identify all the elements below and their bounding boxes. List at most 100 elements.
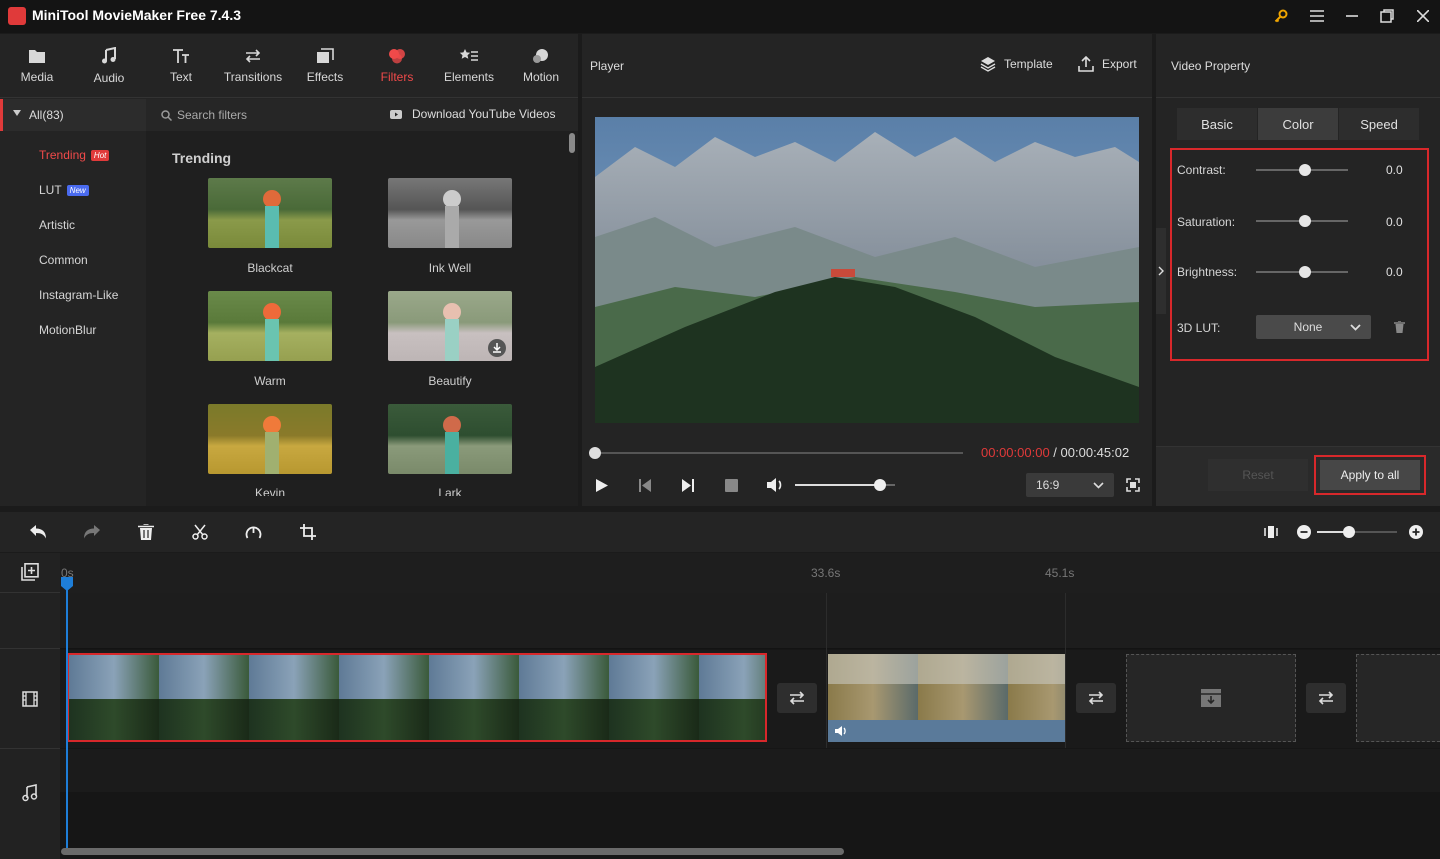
- section-title: Trending: [172, 150, 232, 166]
- seek-handle[interactable]: [589, 447, 601, 459]
- reset-button[interactable]: Reset: [1208, 459, 1308, 491]
- app-logo-icon: [8, 7, 26, 25]
- timeline-scrollbar[interactable]: [61, 848, 844, 855]
- filter-label-lark: Lark: [438, 486, 462, 496]
- toolbar-audio-label: Audio: [93, 71, 125, 85]
- saturation-handle[interactable]: [1299, 215, 1311, 227]
- delete-icon[interactable]: [138, 524, 154, 540]
- brightness-value: 0.0: [1386, 265, 1403, 279]
- category-lut[interactable]: LUT New: [39, 183, 89, 197]
- category-common[interactable]: Common: [39, 253, 88, 267]
- zoom-slider[interactable]: [1317, 526, 1397, 538]
- scissors-icon[interactable]: [192, 524, 208, 540]
- download-icon[interactable]: [488, 339, 506, 357]
- tab-color[interactable]: Color: [1258, 108, 1338, 140]
- add-track-icon[interactable]: [21, 563, 39, 581]
- filter-scrollbar[interactable]: [569, 133, 575, 153]
- contrast-value: 0.0: [1386, 163, 1403, 177]
- timeline-ruler: [0, 553, 1440, 593]
- zoom-in-icon[interactable]: [1409, 525, 1423, 539]
- volume-slider[interactable]: [795, 479, 895, 491]
- menu-icon[interactable]: [1304, 4, 1330, 28]
- trash-icon[interactable]: [1394, 321, 1405, 333]
- category-trending[interactable]: Trending Hot: [39, 148, 110, 162]
- video-clip-mountain[interactable]: [67, 653, 767, 742]
- tab-speed[interactable]: Speed: [1339, 108, 1419, 140]
- speed-icon[interactable]: [245, 524, 262, 540]
- apply-to-all-button[interactable]: Apply to all: [1320, 460, 1420, 490]
- current-time: 00:00:00:00: [981, 445, 1050, 460]
- stop-icon[interactable]: [725, 479, 738, 492]
- category-instagram-like[interactable]: Instagram-Like: [39, 288, 118, 302]
- export-button[interactable]: Export: [1078, 56, 1137, 72]
- category-all[interactable]: All(83): [0, 99, 146, 131]
- filter-thumb-beautify[interactable]: [388, 291, 512, 361]
- filter-thumb-lark[interactable]: [388, 404, 512, 474]
- collapse-handle[interactable]: [1156, 228, 1166, 314]
- brightness-handle[interactable]: [1299, 266, 1311, 278]
- contrast-handle[interactable]: [1299, 164, 1311, 176]
- fullscreen-icon[interactable]: [1126, 478, 1140, 492]
- elements-icon: [459, 49, 478, 61]
- transition-swap-icon: [789, 691, 805, 705]
- undo-icon[interactable]: [29, 524, 47, 540]
- toolbar-elements[interactable]: Elements: [434, 34, 504, 98]
- zoom-handle[interactable]: [1343, 526, 1355, 538]
- playhead-handle[interactable]: [60, 576, 74, 592]
- transition-slot-1[interactable]: [777, 683, 817, 713]
- transition-swap-icon: [1088, 691, 1104, 705]
- property-header: Video Property: [1156, 34, 1440, 98]
- toolbar-effects[interactable]: Effects: [290, 34, 360, 98]
- speaker-icon[interactable]: [834, 725, 848, 737]
- fit-timeline-icon[interactable]: [1264, 525, 1278, 539]
- transition-slot-2[interactable]: [1076, 683, 1116, 713]
- filter-label-blackcat: Blackcat: [247, 261, 293, 275]
- key-icon[interactable]: [1268, 4, 1294, 28]
- minimize-icon[interactable]: [1339, 4, 1365, 28]
- filter-thumb-warm[interactable]: [208, 291, 332, 361]
- category-lut-label: LUT: [39, 183, 62, 197]
- filter-thumb-ink-well[interactable]: [388, 178, 512, 248]
- next-frame-icon[interactable]: [681, 478, 695, 493]
- filter-thumb-blackcat[interactable]: [208, 178, 332, 248]
- effects-icon: [317, 48, 334, 63]
- zoom-out-icon[interactable]: [1297, 525, 1311, 539]
- redo-icon[interactable]: [83, 524, 101, 540]
- toolbar-filters-label: Filters: [380, 70, 414, 84]
- playhead-line: [66, 578, 68, 848]
- previous-frame-icon[interactable]: [638, 478, 652, 493]
- toolbar-text[interactable]: Text: [146, 34, 216, 98]
- close-icon[interactable]: [1410, 4, 1436, 28]
- toolbar-motion[interactable]: Motion: [506, 34, 576, 98]
- lut-select[interactable]: None: [1256, 315, 1371, 339]
- toolbar-transitions[interactable]: Transitions: [218, 34, 288, 98]
- player-title: Player: [590, 59, 625, 73]
- video-clip-lake[interactable]: [828, 654, 1065, 742]
- saturation-value: 0.0: [1386, 215, 1403, 229]
- category-artistic[interactable]: Artistic: [39, 218, 75, 232]
- aspect-ratio-select[interactable]: 16:9: [1026, 473, 1114, 497]
- contrast-label: Contrast:: [1177, 163, 1226, 177]
- search-input[interactable]: Search filters: [177, 108, 247, 122]
- volume-handle[interactable]: [874, 479, 886, 491]
- toolbar-filters[interactable]: Filters: [362, 34, 432, 98]
- empty-clip-slot[interactable]: [1126, 654, 1296, 742]
- chevron-down-icon: [1350, 323, 1361, 331]
- tab-basic[interactable]: Basic: [1177, 108, 1257, 140]
- template-button[interactable]: Template: [980, 56, 1053, 72]
- toolbar-media[interactable]: Media: [2, 34, 72, 98]
- crop-icon[interactable]: [300, 524, 316, 540]
- toolbar-audio[interactable]: Audio: [74, 34, 144, 98]
- volume-icon[interactable]: [766, 477, 784, 493]
- play-icon[interactable]: [595, 478, 609, 493]
- transition-slot-3[interactable]: [1306, 683, 1346, 713]
- empty-clip-slot-2[interactable]: [1356, 654, 1440, 742]
- category-motionblur[interactable]: MotionBlur: [39, 323, 96, 337]
- maximize-icon[interactable]: [1374, 4, 1400, 28]
- download-youtube-link[interactable]: Download YouTube Videos: [412, 107, 555, 121]
- chevron-right-icon: [1158, 266, 1164, 276]
- import-icon: [1201, 689, 1221, 707]
- filter-thumb-kevin[interactable]: [208, 404, 332, 474]
- video-preview[interactable]: [595, 117, 1139, 423]
- seek-track[interactable]: [595, 452, 963, 454]
